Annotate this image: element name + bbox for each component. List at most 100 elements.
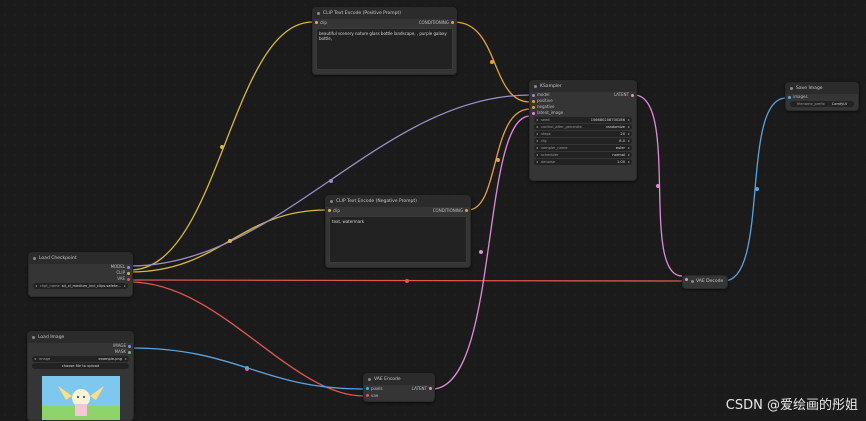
collapse-dot-icon[interactable] — [534, 85, 537, 88]
node-title[interactable]: Load Checkpoint — [29, 253, 132, 264]
output-pin-icon[interactable] — [128, 350, 131, 354]
widget-sampler-name[interactable]: ◂ sampler_name euler ▸ — [534, 145, 632, 151]
node-vae-decode[interactable]: VAE Decode — [682, 275, 728, 289]
input-pin-icon[interactable] — [532, 99, 535, 103]
prompt-textarea[interactable]: text, watermark — [329, 216, 467, 263]
input-pin-icon[interactable] — [328, 209, 331, 212]
input-pin-icon[interactable] — [366, 387, 369, 390]
preview-illustration-icon — [42, 386, 120, 420]
decrement-arrow-icon[interactable]: ◂ — [35, 283, 37, 289]
wire-midpoint — [496, 158, 500, 162]
widget-label: ckpt_name — [40, 284, 60, 288]
widget-scheduler[interactable]: ◂ scheduler normal ▸ — [534, 152, 632, 158]
output-pin-icon[interactable] — [127, 277, 130, 281]
node-title[interactable]: Save Image — [786, 83, 858, 94]
node-ksampler[interactable]: KSampler model LATENT positive negative … — [529, 80, 637, 181]
node-vae-encode[interactable]: VAE Encode pixels LATENT vae — [363, 373, 435, 402]
node-load-image[interactable]: Load Image IMAGE MASK ◂ image example.png ▸… — [27, 331, 134, 421]
widget-image-select[interactable]: ◂ image example.png ▸ — [32, 356, 129, 362]
prompt-textarea[interactable]: beautiful scenery nature glass bottle la… — [316, 28, 453, 70]
wire-midpoint — [228, 239, 232, 243]
increment-arrow-icon[interactable]: ▸ — [628, 159, 630, 165]
output-pin-icon[interactable] — [429, 387, 432, 390]
collapse-dot-icon[interactable] — [32, 336, 35, 339]
wire-midpoint — [220, 145, 224, 149]
io-row: latent_image — [530, 110, 636, 116]
wire-midpoint — [490, 60, 494, 64]
widget-label: control_after_generate — [541, 125, 582, 129]
output-pin-icon[interactable] — [631, 93, 634, 97]
output-label-vae: VAE — [117, 276, 125, 281]
decrement-arrow-icon[interactable]: ◂ — [536, 159, 538, 165]
image-preview — [42, 376, 120, 420]
increment-arrow-icon[interactable]: ▸ — [628, 138, 630, 144]
choose-file-upload-button[interactable]: choose file to upload — [32, 363, 129, 369]
widget-control-after-generate[interactable]: ◂ control_after_generate randomize ▸ — [534, 124, 632, 130]
widget-ckpt-name[interactable]: ◂ ckpt_name sd_xl_medium_incl_clips.safete… — [33, 283, 128, 289]
io-row: clip CONDITIONING — [326, 207, 470, 214]
widget-filename-prefix[interactable]: filename_prefix ComfyUI — [790, 101, 854, 107]
node-save-image[interactable]: Save Image images filename_prefix ComfyUI — [785, 82, 859, 111]
watermark: CSDN @爱绘画的彤姐 — [725, 398, 858, 413]
decrement-arrow-icon[interactable]: ◂ — [34, 356, 36, 362]
increment-arrow-icon[interactable]: ▸ — [125, 356, 127, 362]
collapse-dot-icon[interactable] — [330, 200, 333, 203]
output-pin-icon[interactable] — [128, 344, 131, 348]
input-pin-icon[interactable] — [366, 394, 369, 397]
node-title[interactable]: CLIP Text Encode (Positive Prompt) — [313, 8, 456, 19]
output-pin-icon[interactable] — [127, 265, 130, 269]
widget-denoise[interactable]: ◂ denoise 1.00 ▸ — [534, 159, 632, 165]
widget-value: sd_xl_medium_incl_clips.safete... — [61, 284, 121, 288]
widget-value: euler — [615, 146, 625, 150]
widget-cfg[interactable]: ◂ cfg 8.0 ▸ — [534, 138, 632, 144]
widget-steps[interactable]: ◂ steps 20 ▸ — [534, 131, 632, 137]
collapse-dot-icon[interactable] — [33, 257, 36, 260]
node-load-checkpoint[interactable]: Load Checkpoint MODEL CLIP VAE ◂ ckpt_nam… — [28, 252, 133, 297]
increment-arrow-icon[interactable]: ▸ — [628, 117, 630, 123]
decrement-arrow-icon[interactable]: ◂ — [536, 117, 538, 123]
input-pin-icon[interactable] — [315, 21, 318, 24]
increment-arrow-icon[interactable]: ▸ — [628, 124, 630, 130]
node-title-text: CLIP Text Encode (Positive Prompt) — [323, 11, 402, 16]
output-label-conditioning: CONDITIONING — [432, 208, 463, 213]
node-title[interactable]: VAE Decode — [683, 276, 727, 287]
node-title-text: Load Checkpoint — [39, 256, 77, 261]
decrement-arrow-icon[interactable]: ◂ — [536, 145, 538, 151]
widget-label: steps — [541, 132, 551, 136]
input-label-vae: vae — [371, 393, 379, 398]
output-pin-icon[interactable] — [465, 209, 468, 212]
widget-seed[interactable]: ◂ seed 156680208700286 ▸ — [534, 117, 632, 123]
widget-value: example.png — [98, 357, 122, 361]
input-pin-icon[interactable] — [685, 278, 688, 281]
decrement-arrow-icon[interactable]: ◂ — [536, 138, 538, 144]
decrement-arrow-icon[interactable]: ◂ — [536, 131, 538, 137]
increment-arrow-icon[interactable]: ▸ — [628, 131, 630, 137]
collapse-dot-icon[interactable] — [691, 280, 694, 283]
increment-arrow-icon[interactable]: ▸ — [628, 145, 630, 151]
widget-label: seed — [541, 118, 550, 122]
input-pin-icon[interactable] — [532, 105, 535, 109]
node-title[interactable]: CLIP Text Encode (Negative Prompt) — [326, 196, 470, 207]
output-pin-icon[interactable] — [127, 271, 130, 275]
io-row: pixels LATENT — [364, 385, 434, 392]
input-pin-icon[interactable] — [532, 111, 535, 115]
node-clip-text-encode-negative[interactable]: CLIP Text Encode (Negative Prompt) clip … — [325, 195, 471, 268]
input-pin-icon[interactable] — [532, 93, 535, 97]
node-title[interactable]: KSampler — [530, 81, 636, 92]
node-title[interactable]: Load Image — [28, 332, 133, 343]
collapse-dot-icon[interactable] — [317, 12, 320, 15]
collapse-dot-icon[interactable] — [368, 378, 371, 381]
decrement-arrow-icon[interactable]: ◂ — [536, 152, 538, 158]
input-pin-icon[interactable] — [788, 95, 791, 99]
node-clip-text-encode-positive[interactable]: CLIP Text Encode (Positive Prompt) clip … — [312, 7, 457, 75]
node-title[interactable]: VAE Encode — [364, 374, 434, 385]
increment-arrow-icon[interactable]: ▸ — [124, 283, 126, 289]
collapse-dot-icon[interactable] — [790, 87, 793, 90]
widget-value: normal — [612, 153, 625, 157]
wire-midpoint — [405, 279, 409, 283]
widget-label: sampler_name — [541, 146, 568, 150]
increment-arrow-icon[interactable]: ▸ — [628, 152, 630, 158]
output-pin-icon[interactable] — [451, 21, 454, 24]
output-label-latent: LATENT — [411, 386, 427, 391]
decrement-arrow-icon[interactable]: ◂ — [536, 124, 538, 130]
